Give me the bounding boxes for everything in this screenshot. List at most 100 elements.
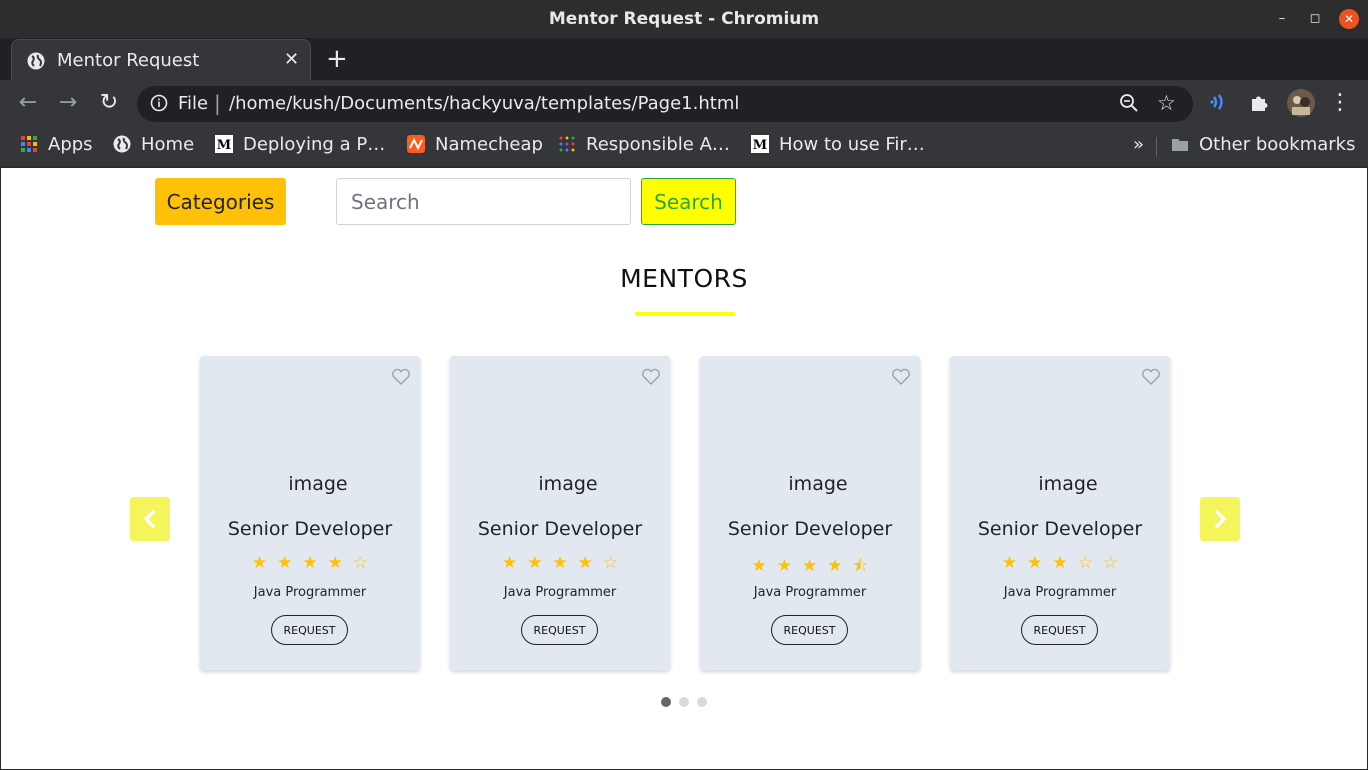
profile-avatar[interactable] xyxy=(1287,89,1315,117)
bookmark-deploying[interactable]: M Deploying a P… xyxy=(215,134,385,160)
bookmark-label: Other bookmarks xyxy=(1199,134,1356,155)
image-alt-text: image xyxy=(288,473,348,495)
heart-icon[interactable] xyxy=(391,368,411,386)
mentor-card: image Senior Developer ★★★★⯪ Java Progra… xyxy=(700,356,920,670)
mentor-image: image xyxy=(950,472,1170,495)
request-button[interactable]: REQUEST xyxy=(771,615,848,645)
image-alt-text: image xyxy=(1038,473,1098,495)
heart-icon[interactable] xyxy=(1141,368,1161,386)
reload-icon[interactable]: ↻ xyxy=(97,91,121,115)
bookmarks-separator xyxy=(1156,137,1157,157)
star-rating: ★★★☆☆ xyxy=(1001,553,1129,573)
heart-icon[interactable] xyxy=(891,368,911,386)
broken-image-icon xyxy=(272,472,288,488)
tab-mentor-request[interactable]: Mentor Request ✕ xyxy=(11,39,311,80)
mentor-image: image xyxy=(700,472,920,495)
bookmark-apps[interactable]: Apps xyxy=(20,134,93,160)
url-text[interactable]: /home/kush/Documents/hackyuva/templates/… xyxy=(229,93,739,114)
image-alt-text: image xyxy=(538,473,598,495)
folder-icon xyxy=(1172,139,1188,151)
chevron-left-icon xyxy=(143,509,156,529)
categories-button[interactable]: Categories xyxy=(155,178,286,225)
broken-image-icon xyxy=(1022,472,1038,488)
star-rating: ★★★★⯪ xyxy=(751,556,879,576)
tab-title: Mentor Request xyxy=(57,50,200,71)
mentor-role: Senior Developer xyxy=(477,518,643,540)
page-viewport: Categories Search MENTORS image Senior D… xyxy=(1,168,1367,769)
tab-close-icon[interactable]: ✕ xyxy=(284,49,299,70)
bookmark-other[interactable]: Other bookmarks xyxy=(1171,134,1355,160)
search-button[interactable]: Search xyxy=(641,178,736,225)
mentor-skill: Java Programmer xyxy=(253,585,367,600)
heart-icon[interactable] xyxy=(641,368,661,386)
new-tab-icon[interactable]: + xyxy=(326,44,348,74)
mentor-role: Senior Developer xyxy=(727,518,893,540)
extension-wave-icon[interactable] xyxy=(1209,91,1231,113)
bookmark-home[interactable]: Home xyxy=(113,134,194,160)
forward-icon[interactable]: → xyxy=(56,91,80,115)
globe-icon xyxy=(113,135,131,153)
bookmark-label: Home xyxy=(141,134,195,155)
mentor-role: Senior Developer xyxy=(977,518,1143,540)
mentor-card: image Senior Developer ★★★☆☆ Java Progra… xyxy=(950,356,1170,670)
star-rating: ★★★★☆ xyxy=(501,553,629,573)
chevron-right-icon xyxy=(1214,509,1227,529)
broken-image-icon xyxy=(772,472,788,488)
mentor-skill: Java Programmer xyxy=(1003,585,1117,600)
info-icon[interactable] xyxy=(150,94,168,112)
maximize-icon[interactable]: ◻ xyxy=(1305,9,1325,29)
globe-icon xyxy=(27,52,45,70)
mentor-role: Senior Developer xyxy=(227,518,393,540)
medium-icon: M xyxy=(751,135,769,153)
minimize-icon[interactable]: – xyxy=(1272,9,1292,29)
window-title: Mentor Request - Chromium xyxy=(548,9,820,29)
address-bar[interactable]: File | /home/kush/Documents/hackyuva/tem… xyxy=(137,86,1193,122)
mentor-image: image xyxy=(200,472,420,495)
mentor-card: image Senior Developer ★★★★☆ Java Progra… xyxy=(450,356,670,670)
browser-toolbar: ← → ↻ File | /home/kush/Documents/hackyu… xyxy=(0,80,1368,128)
close-window-icon[interactable]: ✕ xyxy=(1339,9,1359,29)
bookmark-label: Deploying a P… xyxy=(243,134,386,155)
bookmark-label: How to use Fir… xyxy=(779,134,925,155)
dots-icon xyxy=(559,136,575,152)
carousel-next-button[interactable] xyxy=(1200,497,1240,541)
page-title: MENTORS xyxy=(620,264,748,293)
svg-text:M: M xyxy=(217,138,231,153)
request-button[interactable]: REQUEST xyxy=(271,615,348,645)
medium-icon: M xyxy=(215,135,233,153)
request-button[interactable]: REQUEST xyxy=(1021,615,1098,645)
apps-grid-icon xyxy=(21,136,37,152)
request-button[interactable]: REQUEST xyxy=(521,615,598,645)
svg-text:M: M xyxy=(753,138,767,153)
bookmarks-bar: Apps Home M Deploying a P… Namecheap Res… xyxy=(0,128,1368,167)
broken-image-icon xyxy=(522,472,538,488)
back-icon[interactable]: ← xyxy=(16,91,40,115)
carousel-dot[interactable] xyxy=(697,697,707,707)
url-separator: | xyxy=(214,91,221,115)
tab-strip: Mentor Request ✕ + xyxy=(0,38,1368,80)
carousel-dot[interactable] xyxy=(661,697,671,707)
bookmark-responsible[interactable]: Responsible A… xyxy=(558,134,730,160)
bookmark-label: Apps xyxy=(48,134,93,155)
zoom-out-icon[interactable] xyxy=(1119,93,1139,113)
image-alt-text: image xyxy=(788,473,848,495)
bookmark-label: Responsible A… xyxy=(586,134,730,155)
namecheap-icon xyxy=(407,135,425,153)
extensions-puzzle-icon[interactable] xyxy=(1249,91,1271,113)
menu-kebab-icon[interactable]: ⋮ xyxy=(1328,91,1352,115)
url-scheme: File xyxy=(178,93,209,114)
mentor-skill: Java Programmer xyxy=(753,585,867,600)
search-input[interactable] xyxy=(336,178,631,225)
bookmarks-overflow-button[interactable]: » xyxy=(1133,134,1144,160)
title-underline xyxy=(635,312,735,316)
bookmark-star-icon[interactable]: ☆ xyxy=(1157,91,1176,115)
mentor-card: image Senior Developer ★★★★☆ Java Progra… xyxy=(200,356,420,670)
mentor-skill: Java Programmer xyxy=(503,585,617,600)
carousel-prev-button[interactable] xyxy=(130,497,170,541)
bookmark-namecheap[interactable]: Namecheap xyxy=(407,134,543,160)
mentor-image: image xyxy=(450,472,670,495)
star-rating: ★★★★☆ xyxy=(251,553,379,573)
carousel-dot[interactable] xyxy=(679,697,689,707)
bookmark-how-to-use[interactable]: M How to use Fir… xyxy=(751,134,925,160)
window-titlebar: Mentor Request - Chromium – ◻ ✕ xyxy=(0,0,1368,38)
